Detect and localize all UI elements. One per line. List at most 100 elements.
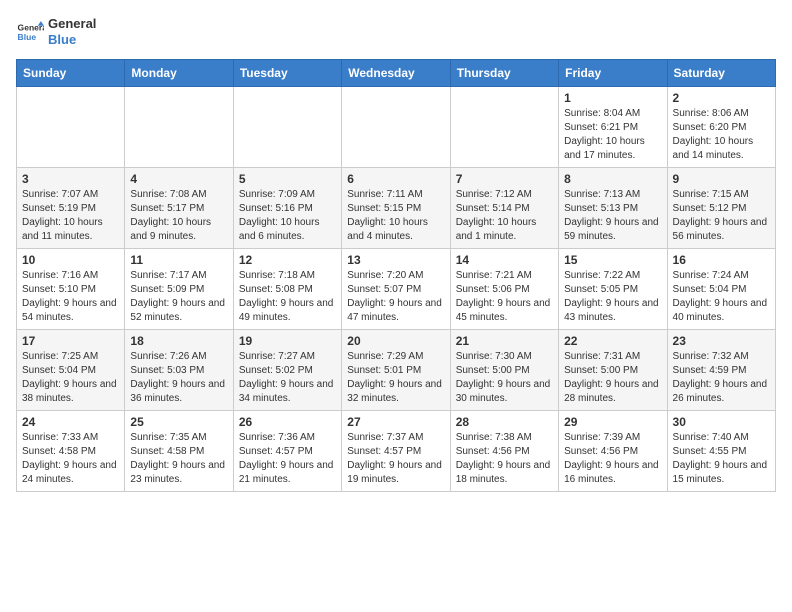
weekday-header: Wednesday <box>342 60 450 87</box>
day-number: 22 <box>564 334 661 348</box>
day-info: Sunrise: 7:26 AM Sunset: 5:03 PM Dayligh… <box>130 350 227 406</box>
day-info: Sunrise: 7:24 AM Sunset: 5:04 PM Dayligh… <box>673 269 770 325</box>
logo-icon: General Blue <box>16 18 44 46</box>
weekday-header: Thursday <box>450 60 558 87</box>
day-number: 9 <box>673 172 770 186</box>
calendar-day-cell: 25 Sunrise: 7:35 AM Sunset: 4:58 PM Dayli… <box>125 411 233 492</box>
day-number: 25 <box>130 415 227 429</box>
day-info: Sunrise: 7:20 AM Sunset: 5:07 PM Dayligh… <box>347 269 444 325</box>
weekday-header: Saturday <box>667 60 775 87</box>
day-info: Sunrise: 7:15 AM Sunset: 5:12 PM Dayligh… <box>673 188 770 244</box>
day-number: 26 <box>239 415 336 429</box>
day-info: Sunrise: 7:17 AM Sunset: 5:09 PM Dayligh… <box>130 269 227 325</box>
day-info: Sunrise: 7:38 AM Sunset: 4:56 PM Dayligh… <box>456 431 553 487</box>
calendar-day-cell: 3 Sunrise: 7:07 AM Sunset: 5:19 PM Daylig… <box>17 168 125 249</box>
day-info: Sunrise: 7:16 AM Sunset: 5:10 PM Dayligh… <box>22 269 119 325</box>
day-number: 29 <box>564 415 661 429</box>
calendar-day-cell: 20Sunrise: 7:29 AM Sunset: 5:01 PM Dayli… <box>342 330 450 411</box>
day-info: Sunrise: 7:29 AM Sunset: 5:01 PM Dayligh… <box>347 350 444 406</box>
day-number: 6 <box>347 172 444 186</box>
day-info: Sunrise: 7:33 AM Sunset: 4:58 PM Dayligh… <box>22 431 119 487</box>
day-info: Sunrise: 7:12 AM Sunset: 5:14 PM Dayligh… <box>456 188 553 244</box>
calendar-day-cell: 21 Sunrise: 7:30 AM Sunset: 5:00 PM Dayli… <box>450 330 558 411</box>
day-info: Sunrise: 7:30 AM Sunset: 5:00 PM Dayligh… <box>456 350 553 406</box>
calendar-day-cell: 5 Sunrise: 7:09 AM Sunset: 5:16 PM Daylig… <box>233 168 341 249</box>
calendar-day-cell: 28Sunrise: 7:38 AM Sunset: 4:56 PM Dayli… <box>450 411 558 492</box>
day-info: Sunrise: 7:09 AM Sunset: 5:16 PM Dayligh… <box>239 188 336 244</box>
logo: General Blue General Blue <box>16 16 96 47</box>
day-number: 8 <box>564 172 661 186</box>
day-number: 10 <box>22 253 119 267</box>
day-number: 4 <box>130 172 227 186</box>
calendar-day-cell: 19 Sunrise: 7:27 AM Sunset: 5:02 PM Dayli… <box>233 330 341 411</box>
calendar-day-cell: 12 Sunrise: 7:18 AM Sunset: 5:08 PM Dayli… <box>233 249 341 330</box>
weekday-header: Friday <box>559 60 667 87</box>
day-number: 3 <box>22 172 119 186</box>
calendar-week-row: 1 Sunrise: 8:04 AM Sunset: 6:21 PM Daylig… <box>17 87 776 168</box>
calendar-day-cell <box>450 87 558 168</box>
calendar-day-cell: 15Sunrise: 7:22 AM Sunset: 5:05 PM Dayli… <box>559 249 667 330</box>
day-info: Sunrise: 7:08 AM Sunset: 5:17 PM Dayligh… <box>130 188 227 244</box>
day-number: 11 <box>130 253 227 267</box>
calendar-day-cell <box>17 87 125 168</box>
day-number: 16 <box>673 253 770 267</box>
day-number: 30 <box>673 415 770 429</box>
day-number: 24 <box>22 415 119 429</box>
day-info: Sunrise: 7:21 AM Sunset: 5:06 PM Dayligh… <box>456 269 553 325</box>
calendar-day-cell: 7 Sunrise: 7:12 AM Sunset: 5:14 PM Daylig… <box>450 168 558 249</box>
page-header: General Blue General Blue <box>16 16 776 47</box>
day-info: Sunrise: 8:06 AM Sunset: 6:20 PM Dayligh… <box>673 107 770 163</box>
calendar-day-cell: 1 Sunrise: 8:04 AM Sunset: 6:21 PM Daylig… <box>559 87 667 168</box>
calendar-week-row: 24 Sunrise: 7:33 AM Sunset: 4:58 PM Dayli… <box>17 411 776 492</box>
calendar-day-cell: 11 Sunrise: 7:17 AM Sunset: 5:09 PM Dayli… <box>125 249 233 330</box>
calendar-week-row: 17 Sunrise: 7:25 AM Sunset: 5:04 PM Dayli… <box>17 330 776 411</box>
day-info: Sunrise: 7:18 AM Sunset: 5:08 PM Dayligh… <box>239 269 336 325</box>
calendar-day-cell: 22 Sunrise: 7:31 AM Sunset: 5:00 PM Dayli… <box>559 330 667 411</box>
calendar-day-cell: 30 Sunrise: 7:40 AM Sunset: 4:55 PM Dayli… <box>667 411 775 492</box>
weekday-header: Monday <box>125 60 233 87</box>
day-number: 13 <box>347 253 444 267</box>
calendar-day-cell: 9 Sunrise: 7:15 AM Sunset: 5:12 PM Daylig… <box>667 168 775 249</box>
day-info: Sunrise: 7:40 AM Sunset: 4:55 PM Dayligh… <box>673 431 770 487</box>
calendar-day-cell: 4 Sunrise: 7:08 AM Sunset: 5:17 PM Daylig… <box>125 168 233 249</box>
day-number: 19 <box>239 334 336 348</box>
calendar-week-row: 3 Sunrise: 7:07 AM Sunset: 5:19 PM Daylig… <box>17 168 776 249</box>
day-info: Sunrise: 7:39 AM Sunset: 4:56 PM Dayligh… <box>564 431 661 487</box>
calendar-day-cell <box>233 87 341 168</box>
calendar-day-cell: 13 Sunrise: 7:20 AM Sunset: 5:07 PM Dayli… <box>342 249 450 330</box>
weekday-header: Sunday <box>17 60 125 87</box>
calendar-day-cell <box>342 87 450 168</box>
day-info: Sunrise: 7:35 AM Sunset: 4:58 PM Dayligh… <box>130 431 227 487</box>
day-number: 7 <box>456 172 553 186</box>
day-info: Sunrise: 7:07 AM Sunset: 5:19 PM Dayligh… <box>22 188 119 244</box>
day-info: Sunrise: 7:25 AM Sunset: 5:04 PM Dayligh… <box>22 350 119 406</box>
calendar-week-row: 10 Sunrise: 7:16 AM Sunset: 5:10 PM Dayli… <box>17 249 776 330</box>
day-number: 27 <box>347 415 444 429</box>
day-info: Sunrise: 7:31 AM Sunset: 5:00 PM Dayligh… <box>564 350 661 406</box>
day-number: 1 <box>564 91 661 105</box>
day-info: Sunrise: 8:04 AM Sunset: 6:21 PM Dayligh… <box>564 107 661 163</box>
day-info: Sunrise: 7:27 AM Sunset: 5:02 PM Dayligh… <box>239 350 336 406</box>
day-number: 14 <box>456 253 553 267</box>
calendar-day-cell: 26Sunrise: 7:36 AM Sunset: 4:57 PM Dayli… <box>233 411 341 492</box>
calendar-day-cell: 10 Sunrise: 7:16 AM Sunset: 5:10 PM Dayli… <box>17 249 125 330</box>
calendar-table: SundayMondayTuesdayWednesdayThursdayFrid… <box>16 59 776 492</box>
calendar-day-cell: 8Sunrise: 7:13 AM Sunset: 5:13 PM Daylig… <box>559 168 667 249</box>
calendar-day-cell: 6 Sunrise: 7:11 AM Sunset: 5:15 PM Daylig… <box>342 168 450 249</box>
day-info: Sunrise: 7:11 AM Sunset: 5:15 PM Dayligh… <box>347 188 444 244</box>
logo-blue: Blue <box>48 32 96 48</box>
day-number: 17 <box>22 334 119 348</box>
svg-text:Blue: Blue <box>18 31 37 41</box>
day-number: 12 <box>239 253 336 267</box>
day-number: 18 <box>130 334 227 348</box>
calendar-day-cell: 14 Sunrise: 7:21 AM Sunset: 5:06 PM Dayli… <box>450 249 558 330</box>
calendar-day-cell: 27Sunrise: 7:37 AM Sunset: 4:57 PM Dayli… <box>342 411 450 492</box>
calendar-day-cell: 24 Sunrise: 7:33 AM Sunset: 4:58 PM Dayli… <box>17 411 125 492</box>
day-number: 21 <box>456 334 553 348</box>
calendar-day-cell <box>125 87 233 168</box>
calendar-day-cell: 17 Sunrise: 7:25 AM Sunset: 5:04 PM Dayli… <box>17 330 125 411</box>
calendar-day-cell: 23Sunrise: 7:32 AM Sunset: 4:59 PM Dayli… <box>667 330 775 411</box>
day-number: 15 <box>564 253 661 267</box>
calendar-day-cell: 29 Sunrise: 7:39 AM Sunset: 4:56 PM Dayli… <box>559 411 667 492</box>
day-number: 5 <box>239 172 336 186</box>
